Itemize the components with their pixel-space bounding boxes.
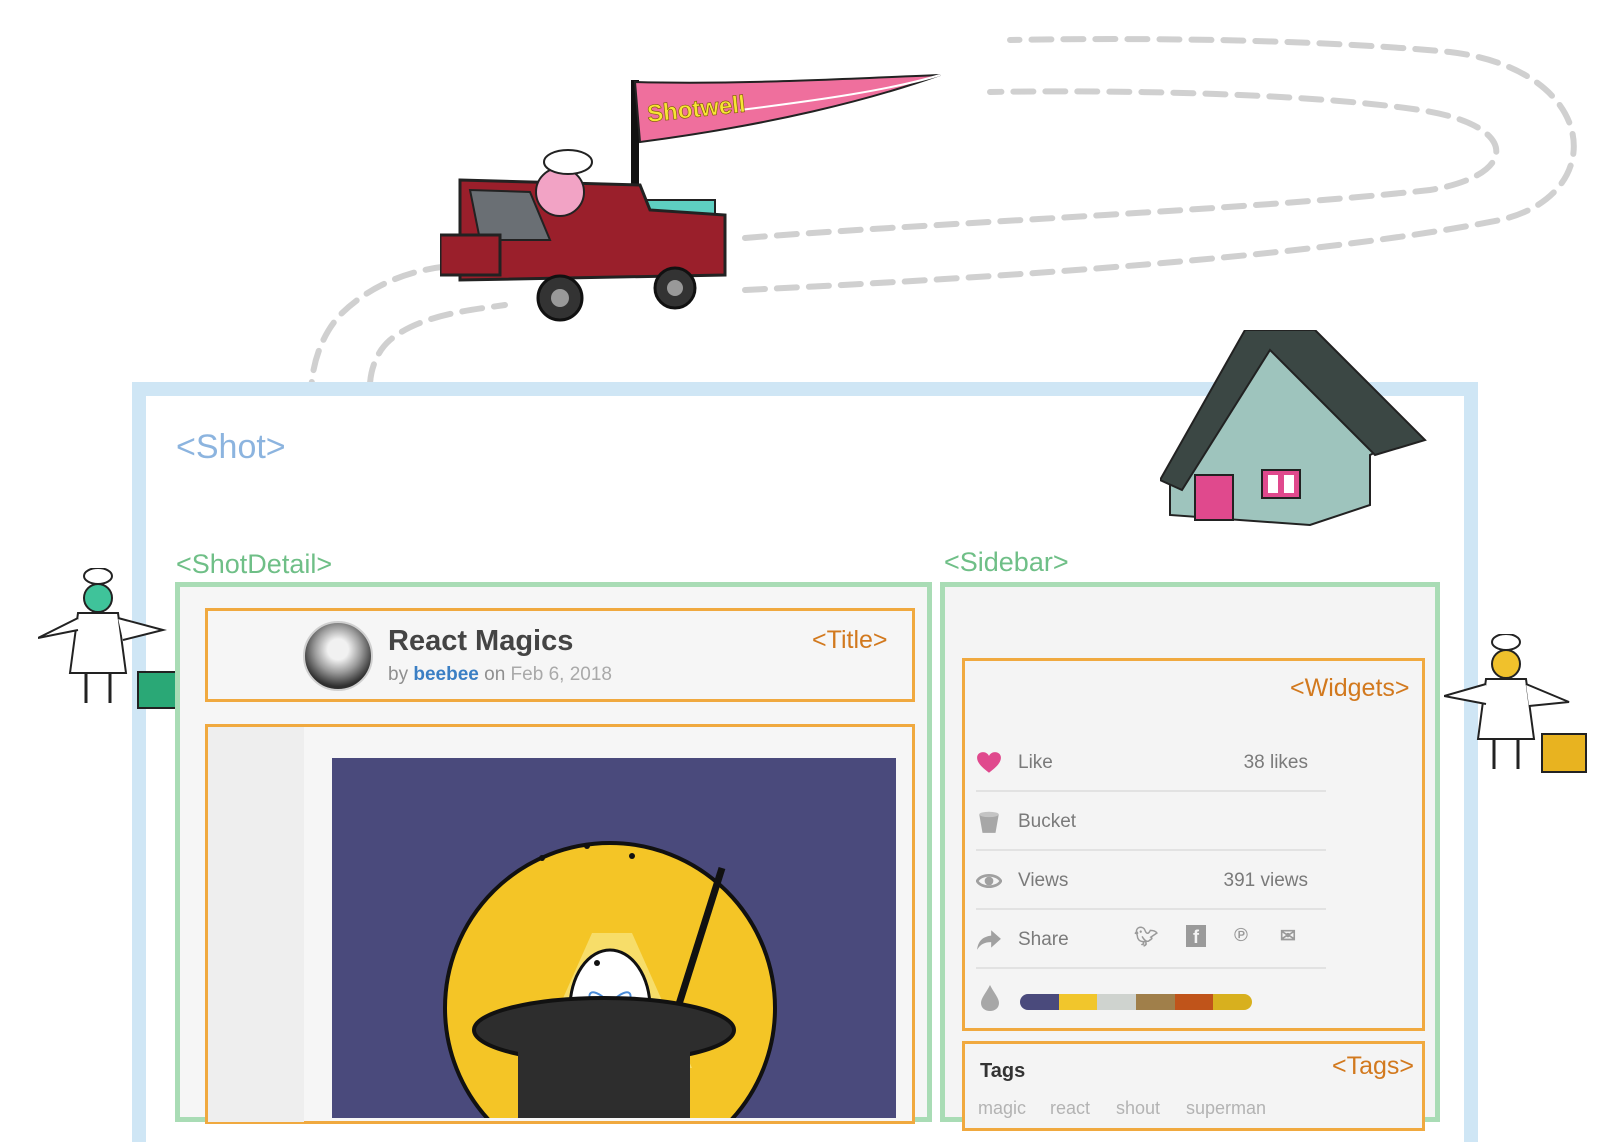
share-icon <box>977 930 1001 950</box>
shot-label: <Shot> <box>176 428 286 466</box>
byline-by: by <box>388 664 409 685</box>
like-label: Like <box>1018 752 1053 773</box>
avatar[interactable] <box>303 621 373 691</box>
twitter-icon[interactable]: 🐦︎ <box>1134 925 1158 949</box>
like-widget[interactable]: Like 38 likes <box>976 734 1326 792</box>
facebook-icon[interactable]: f <box>1186 925 1206 947</box>
droplet-icon <box>981 985 999 1011</box>
widgets-label: <Widgets> <box>1290 674 1410 702</box>
chef-green-illustration <box>38 568 181 709</box>
bucket-widget[interactable]: Bucket <box>976 793 1326 851</box>
image-gutter <box>208 727 304 1122</box>
share-widget[interactable]: Share 🐦︎ f ℗ ✉ <box>976 911 1326 969</box>
truck-illustration: Shotwell <box>440 74 941 322</box>
heart-icon <box>977 752 1001 773</box>
views-count: 391 views <box>1223 870 1309 891</box>
views-widget: Views 391 views <box>976 852 1326 910</box>
tag-item[interactable]: magic <box>978 1098 1026 1119</box>
byline: by beebee on Feb 6, 2018 <box>388 664 612 686</box>
palette-swatch[interactable] <box>1020 994 1059 1010</box>
shot-date: Feb 6, 2018 <box>510 664 612 685</box>
shot-title: React Magics <box>388 625 574 657</box>
byline-on: on <box>484 664 506 685</box>
tag-item[interactable]: shout <box>1116 1098 1160 1119</box>
title-label: <Title> <box>812 626 888 654</box>
tags-title: Tags <box>980 1060 1026 1082</box>
shotdetail-label: <ShotDetail> <box>176 549 333 579</box>
tags-label: <Tags> <box>1332 1052 1415 1080</box>
bucket-icon <box>979 811 999 833</box>
bucket-label: Bucket <box>1018 811 1077 832</box>
magic-hat-illustration <box>443 841 777 1118</box>
tag-item[interactable]: react <box>1050 1098 1090 1119</box>
author-link[interactable]: beebee <box>413 664 478 685</box>
palette-widget <box>976 970 1326 1020</box>
eye-icon <box>976 873 1002 889</box>
mail-icon[interactable]: ✉ <box>1280 925 1296 948</box>
palette-swatch[interactable] <box>1097 994 1136 1010</box>
pinterest-icon[interactable]: ℗ <box>1234 925 1248 947</box>
palette-swatch[interactable] <box>1058 994 1098 1010</box>
tag-item[interactable]: superman <box>1186 1098 1266 1119</box>
house-illustration <box>1160 330 1427 527</box>
share-label: Share <box>1018 929 1069 950</box>
color-palette <box>1020 994 1252 1010</box>
views-label: Views <box>1018 870 1069 891</box>
chef-yellow-illustration <box>1444 634 1587 773</box>
sidebar-label: <Sidebar> <box>944 547 1069 577</box>
shot-artwork[interactable] <box>332 758 896 1118</box>
palette-swatch[interactable] <box>1174 994 1214 1010</box>
like-count: 38 likes <box>1243 752 1308 773</box>
palette-swatch[interactable] <box>1136 994 1175 1010</box>
palette-swatch[interactable] <box>1213 994 1252 1010</box>
